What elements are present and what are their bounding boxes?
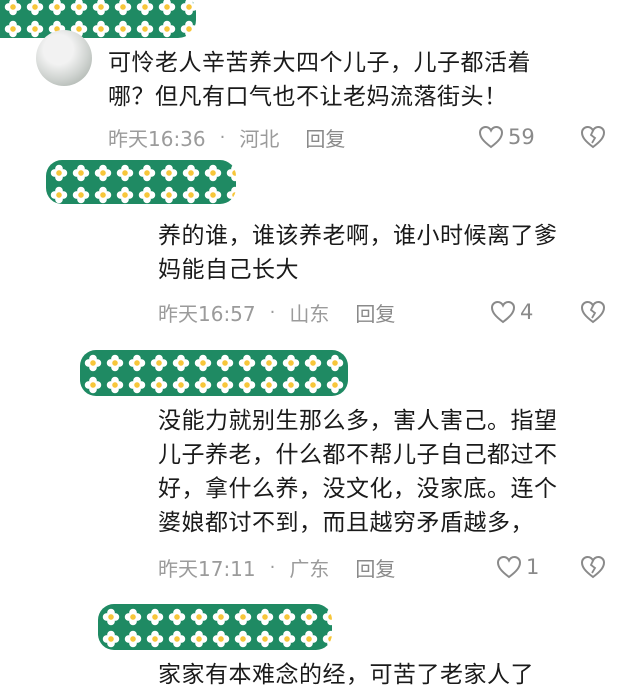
like-count: 59 [508,125,535,149]
reply-button[interactable]: 回复 [355,553,395,582]
username-redacted-bar [46,160,236,204]
comment-time: 昨天17:11 [158,556,256,581]
like-button[interactable]: 59 [478,122,535,152]
reply-button[interactable]: 回复 [355,298,395,327]
username-redacted-bar [98,604,332,650]
heart-outline-icon [496,555,522,579]
like-count: 4 [520,300,534,324]
comment-text: 可怜老人辛苦养大四个儿子，儿子都活着 哪？但凡有口气也不让老妈流落街头！ [108,50,531,110]
broken-heart-icon[interactable] [580,124,606,150]
comment-time: 昨天16:57 [158,301,256,326]
comment-meta: 昨天16:36 · 河北 回复 [108,122,345,152]
like-button[interactable]: 1 [496,552,539,582]
reply-button[interactable]: 回复 [305,123,345,152]
comment-location: 广东 [289,556,330,581]
comment-text: 养的谁，谁该养老啊，谁小时候离了爹 妈能自己长大 [158,223,558,283]
comment-meta: 昨天16:57 · 山东 回复 [158,297,395,327]
comment-location: 河北 [239,126,280,151]
like-button[interactable]: 4 [490,297,533,327]
user-avatar[interactable] [36,30,92,86]
comment-text: 家家有本难念的经，可苦了老家人了 [158,662,534,688]
username-redacted-bar [0,0,196,38]
broken-heart-icon[interactable] [580,299,606,325]
comment-location: 山东 [289,301,330,326]
broken-heart-icon[interactable] [580,554,606,580]
comment-time: 昨天16:36 [108,126,206,151]
comment-text: 没能力就别生那么多，害人害己。指望 儿子养老，什么都不帮儿子自己都过不 好，拿什… [158,408,558,536]
heart-outline-icon [490,300,516,324]
heart-outline-icon [478,125,504,149]
like-count: 1 [526,555,540,579]
comment-meta: 昨天17:11 · 广东 回复 [158,552,395,582]
username-redacted-bar [80,350,348,396]
